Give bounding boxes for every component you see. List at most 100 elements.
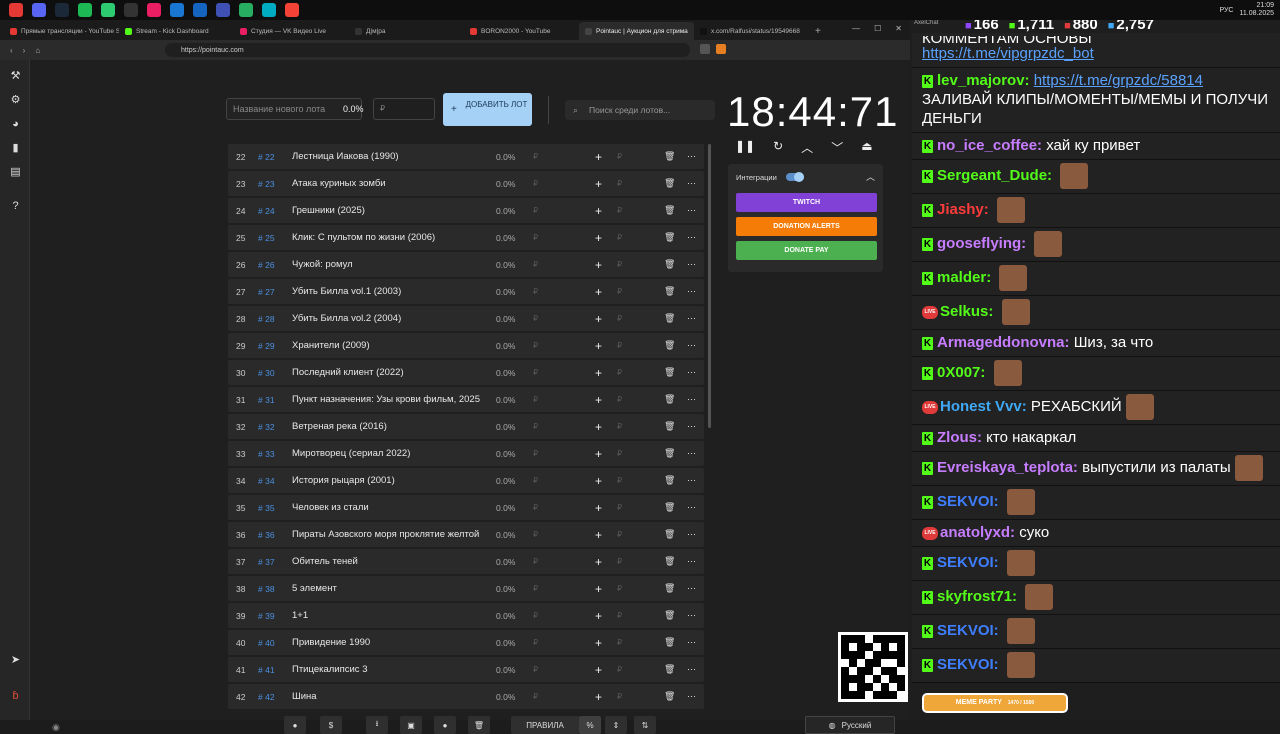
taskbar-app-icon[interactable] — [147, 3, 161, 17]
taskbar-app-icon[interactable] — [285, 3, 299, 17]
delete-icon[interactable]: 🗑 — [664, 448, 675, 459]
add-amount-icon[interactable]: + — [595, 528, 602, 542]
lot-name[interactable]: Шина — [292, 691, 482, 702]
lot-id-link[interactable]: # 38 — [258, 584, 275, 594]
maximize-icon[interactable]: ☐ — [874, 24, 881, 33]
lot-id-link[interactable]: # 33 — [258, 449, 275, 459]
taskbar-app-icon[interactable] — [193, 3, 207, 17]
taskbar-app-icon[interactable] — [239, 3, 253, 17]
lot-amount-input[interactable]: ₽ — [533, 557, 538, 566]
lot-id-link[interactable]: # 23 — [258, 179, 275, 189]
delete-icon[interactable]: 🗑 — [664, 583, 675, 594]
delete-icon[interactable]: 🗑 — [664, 367, 675, 378]
lot-id-link[interactable]: # 36 — [258, 530, 275, 540]
add-amount-icon[interactable]: + — [595, 258, 602, 272]
lot-amount-input[interactable]: ₽ — [533, 584, 538, 593]
lot-amount-input[interactable]: ₽ — [533, 233, 538, 242]
minimize-icon[interactable]: — — [852, 24, 860, 33]
wheel-icon[interactable]: ◕ — [9, 118, 22, 131]
lot-name[interactable]: Ветреная река (2016) — [292, 421, 482, 432]
delete-icon[interactable]: 🗑 — [664, 502, 675, 513]
lot-add-input[interactable]: ₽ — [617, 476, 622, 485]
more-icon[interactable]: ⋯ — [687, 259, 696, 270]
add-amount-icon[interactable]: + — [595, 636, 602, 650]
add-lot-button[interactable]: + ДОБАВИТЬ ЛОТ — [443, 93, 532, 126]
lot-amount-input[interactable]: ₽ — [533, 665, 538, 674]
add-amount-icon[interactable]: + — [595, 177, 602, 191]
restart-icon[interactable]: ↻ — [773, 139, 783, 156]
lot-add-input[interactable]: ₽ — [617, 638, 622, 647]
lot-name[interactable]: Обитель теней — [292, 556, 482, 567]
add-amount-icon[interactable]: + — [595, 447, 602, 461]
lot-id-link[interactable]: # 37 — [258, 557, 275, 567]
lot-add-input[interactable]: ₽ — [617, 422, 622, 431]
lot-add-input[interactable]: ₽ — [617, 665, 622, 674]
delete-icon[interactable]: 🗑 — [664, 421, 675, 432]
back-icon[interactable]: ‹ — [10, 46, 13, 55]
lot-id-link[interactable]: # 22 — [258, 152, 275, 162]
lot-id-link[interactable]: # 27 — [258, 287, 275, 297]
taskbar-app-icon[interactable] — [262, 3, 276, 17]
more-icon[interactable]: ⋯ — [687, 286, 696, 297]
more-icon[interactable]: ⋯ — [687, 448, 696, 459]
lot-amount-input[interactable]: ₽ — [533, 476, 538, 485]
more-icon[interactable]: ⋯ — [687, 340, 696, 351]
taskbar-app-icon[interactable] — [216, 3, 230, 17]
add-amount-icon[interactable]: + — [595, 420, 602, 434]
lot-search-input[interactable]: ⌕ Поиск среди лотов... — [565, 100, 715, 120]
browser-tab[interactable]: Прямые трансляции - YouTube Studio — [4, 22, 119, 40]
more-icon[interactable]: ⋯ — [687, 583, 696, 594]
delete-icon[interactable]: 🗑 — [664, 610, 675, 621]
share-icon[interactable] — [700, 44, 710, 54]
lot-amount-input[interactable]: ₽ — [533, 395, 538, 404]
twitch-button[interactable]: TWITCH — [736, 193, 877, 212]
lot-add-input[interactable]: ₽ — [617, 449, 622, 458]
delete-icon[interactable]: 🗑 — [664, 394, 675, 405]
lot-name[interactable]: Лестница Иакова (1990) — [292, 151, 482, 162]
lot-amount-input[interactable]: ₽ — [533, 530, 538, 539]
delete-icon[interactable]: 🗑 — [664, 286, 675, 297]
lot-id-link[interactable]: # 26 — [258, 260, 275, 270]
delete-icon[interactable]: 🗑 — [664, 637, 675, 648]
lot-name[interactable]: Атака куриных зомби — [292, 178, 482, 189]
delete-icon[interactable]: 🗑 — [664, 664, 675, 675]
sort-icon[interactable]: ⇅ — [634, 716, 656, 734]
lot-id-link[interactable]: # 39 — [258, 611, 275, 621]
more-icon[interactable]: ⋯ — [687, 367, 696, 378]
add-amount-icon[interactable]: + — [595, 474, 602, 488]
browser-tab[interactable]: BORON2000 - YouTube — [464, 22, 579, 40]
lot-amount-input[interactable]: ₽ — [533, 422, 538, 431]
more-icon[interactable]: ⋯ — [687, 664, 696, 675]
chat-link[interactable]: https://t.me/grpzdc/58814 — [1034, 72, 1203, 89]
lot-add-input[interactable]: ₽ — [617, 611, 622, 620]
taskbar-app-icon[interactable] — [55, 3, 69, 17]
add-amount-icon[interactable]: + — [595, 501, 602, 515]
chevron-down-icon[interactable]: ﹀ — [831, 139, 843, 156]
delete-icon[interactable]: 🗑 — [664, 259, 675, 270]
lot-name[interactable]: Чужой: ромул — [292, 259, 482, 270]
more-icon[interactable]: ⋯ — [687, 475, 696, 486]
lot-amount-input[interactable]: ₽ — [533, 449, 538, 458]
add-amount-icon[interactable]: + — [595, 609, 602, 623]
lot-id-link[interactable]: # 42 — [258, 692, 275, 702]
lot-add-input[interactable]: ₽ — [617, 557, 622, 566]
lot-add-input[interactable]: ₽ — [617, 152, 622, 161]
clock[interactable]: 21:09 11.08.2025 — [1239, 2, 1274, 18]
delete-icon[interactable]: 🗑 — [664, 556, 675, 567]
pause-icon[interactable]: ❚❚ — [735, 139, 755, 156]
taskbar-app-icon[interactable] — [170, 3, 184, 17]
add-amount-icon[interactable]: + — [595, 204, 602, 218]
add-amount-icon[interactable]: + — [595, 393, 602, 407]
add-amount-icon[interactable]: + — [595, 285, 602, 299]
url-input[interactable]: https://pointauc.com — [165, 43, 690, 57]
lot-add-input[interactable]: ₽ — [617, 503, 622, 512]
add-amount-icon[interactable]: + — [595, 150, 602, 164]
lot-id-link[interactable]: # 24 — [258, 206, 275, 216]
lot-amount-input[interactable]: ₽ — [533, 692, 538, 701]
lot-amount-input[interactable]: ₽ — [533, 611, 538, 620]
more-icon[interactable]: ⋯ — [687, 637, 696, 648]
percent-icon[interactable]: % — [579, 716, 601, 734]
lot-id-link[interactable]: # 31 — [258, 395, 275, 405]
rules-button[interactable]: ПРАВИЛА — [511, 716, 579, 734]
lot-add-input[interactable]: ₽ — [617, 287, 622, 296]
